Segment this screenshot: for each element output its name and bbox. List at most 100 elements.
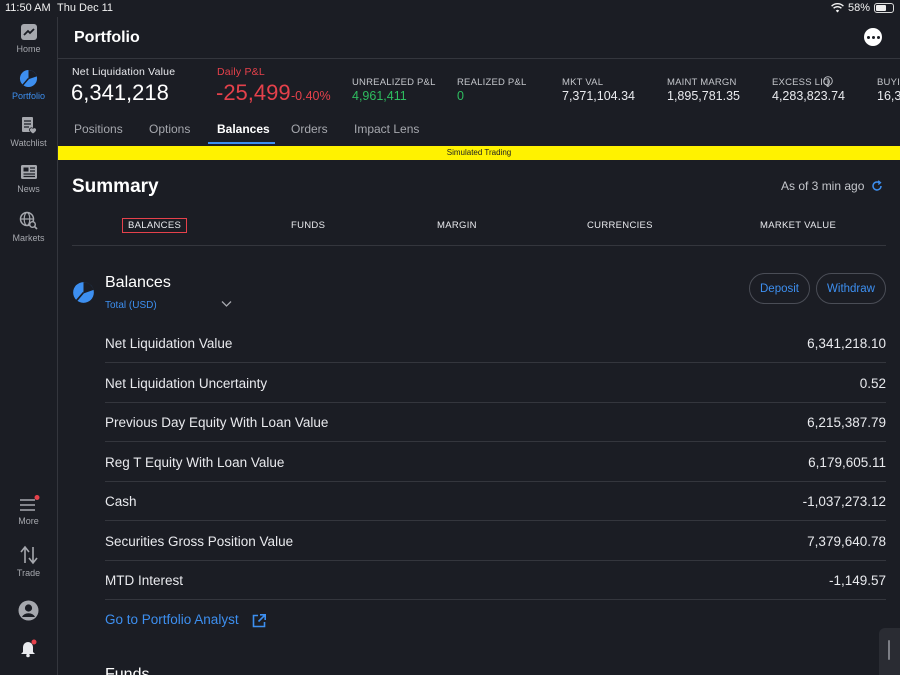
page-title: Portfolio (74, 29, 140, 46)
sidebar-item-trade[interactable]: Trade (0, 545, 57, 578)
wifi-icon (831, 3, 844, 13)
tab-impact-lens[interactable]: Impact Lens (354, 122, 419, 136)
as-of-timestamp: As of 3 min ago (781, 179, 865, 193)
row-label: Reg T Equity With Loan Value (105, 455, 285, 470)
chevron-down-icon[interactable] (221, 300, 232, 308)
sidebar-item-news[interactable]: News (0, 163, 57, 194)
row-label: Securities Gross Position Value (105, 534, 294, 549)
row-label: MTD Interest (105, 573, 184, 588)
battery-icon (874, 3, 894, 13)
pie-chart-icon (19, 69, 38, 88)
subtab-funds[interactable]: FUNDS (291, 220, 325, 231)
sidebar-item-label: More (18, 516, 39, 526)
sidebar-item-label: Trade (16, 568, 41, 578)
net-liq-value: 6,341,218 (71, 80, 169, 105)
row-label: Cash (105, 494, 137, 509)
more-options-button[interactable] (864, 28, 882, 46)
row-label: Net Liquidation Uncertainty (105, 376, 268, 391)
mkt-val-value: 7,371,104.34 (562, 89, 635, 103)
trade-arrows-icon (19, 545, 38, 565)
daily-pl-label: Daily P&L (217, 66, 265, 78)
sidebar-item-label: Watchlist (10, 138, 47, 148)
tab-orders[interactable]: Orders (291, 122, 328, 136)
mkt-val-label: MKT VAL (562, 77, 604, 88)
subtab-market-value[interactable]: MARKET VALUE (760, 220, 836, 231)
user-avatar-icon (18, 600, 39, 621)
subtab-divider (72, 245, 886, 246)
sidebar-item-portfolio[interactable]: Portfolio (0, 69, 57, 101)
sidebar-item-home[interactable]: Home (0, 23, 57, 54)
sidebar-item-watchlist[interactable]: Watchlist (0, 116, 57, 148)
sidebar-item-more[interactable]: More (0, 495, 57, 526)
external-link-icon[interactable] (251, 613, 267, 629)
net-liq-label: Net Liquidation Value (72, 66, 176, 78)
sidebar-item-notifications[interactable] (0, 638, 57, 661)
table-row: Securities Gross Position Value 7,379,64… (105, 522, 886, 561)
daily-pl-value: -25,499 (216, 80, 291, 105)
row-value: 7,379,640.78 (807, 534, 886, 549)
sidebar-item-account[interactable] (0, 600, 57, 624)
table-row: MTD Interest -1,149.57 (105, 561, 886, 600)
tab-options[interactable]: Options (149, 122, 190, 136)
pie-chart-icon (73, 282, 94, 303)
row-value: 6,215,387.79 (807, 415, 886, 430)
excess-liq-label: EXCESS LIQ (772, 77, 831, 88)
unrealized-pl-value: 4,961,411 (352, 89, 407, 103)
status-date: Thu Dec 11 (57, 2, 114, 14)
sidebar-item-markets[interactable]: Markets (0, 211, 57, 243)
currency-selector[interactable]: Total (USD) (105, 300, 157, 311)
sidebar-item-label: Portfolio (11, 91, 46, 101)
sidebar-item-label: Markets (12, 233, 45, 243)
simulated-trading-banner: Simulated Trading (58, 146, 900, 160)
active-tab-indicator (208, 142, 275, 144)
tab-positions[interactable]: Positions (74, 122, 123, 136)
withdraw-button[interactable]: Withdraw (816, 273, 886, 304)
globe-search-icon (19, 211, 38, 230)
row-label: Net Liquidation Value (105, 336, 233, 351)
tab-balances[interactable]: Balances (217, 122, 270, 136)
watchlist-icon (21, 117, 37, 135)
summary-title: Summary (72, 176, 159, 197)
portfolio-analyst-link[interactable]: Go to Portfolio Analyst (105, 612, 239, 627)
subtab-margin[interactable]: MARGIN (437, 220, 477, 231)
subtab-currencies[interactable]: CURRENCIES (587, 220, 653, 231)
buying-power-label: BUYIN (877, 77, 900, 88)
funds-section-title: Funds (105, 666, 150, 675)
balances-title: Balances (105, 274, 171, 291)
status-time: 11:50 AM (5, 2, 51, 14)
row-label: Previous Day Equity With Loan Value (105, 415, 329, 430)
news-icon (20, 165, 37, 179)
row-value: 6,341,218.10 (807, 336, 886, 351)
menu-icon (19, 495, 39, 511)
table-row: Previous Day Equity With Loan Value 6,21… (105, 403, 886, 442)
refresh-icon[interactable] (871, 180, 883, 192)
sidebar: Home Portfolio Watchlist News Markets Mo… (0, 17, 58, 675)
bell-icon (20, 639, 36, 658)
status-bar: 11:50 AM Thu Dec 11 58% (0, 0, 900, 17)
maint-margin-value: 1,895,781.35 (667, 89, 740, 103)
table-row: Net Liquidation Uncertainty 0.52 (105, 364, 886, 403)
chart-icon (20, 24, 37, 40)
maint-margin-label: MAINT MARGN (667, 77, 737, 88)
scroll-handle[interactable] (879, 628, 900, 675)
table-row: Cash -1,037,273.12 (105, 482, 886, 521)
row-value: -1,037,273.12 (802, 494, 886, 509)
table-row: Reg T Equity With Loan Value 6,179,605.1… (105, 443, 886, 482)
daily-pl-percent: -0.40% (291, 89, 331, 103)
table-row: Net Liquidation Value 6,341,218.10 (105, 324, 886, 363)
sidebar-item-label: News (17, 184, 40, 194)
status-right: 58% (831, 2, 894, 14)
subtab-balances[interactable]: BALANCES (122, 218, 188, 233)
sidebar-item-label: Home (16, 44, 41, 54)
excess-liq-value: 4,283,823.74 (772, 89, 845, 103)
row-value: 0.52 (859, 376, 886, 391)
info-icon[interactable] (823, 76, 833, 86)
row-value: -1,149.57 (828, 573, 886, 588)
unrealized-pl-label: UNREALIZED P&L (352, 77, 436, 88)
deposit-button[interactable]: Deposit (749, 273, 810, 304)
row-value: 6,179,605.11 (808, 455, 886, 470)
realized-pl-value: 0 (457, 89, 464, 103)
battery-percent: 58% (847, 2, 870, 14)
realized-pl-label: REALIZED P&L (457, 77, 527, 88)
buying-power-value: 16,3 (877, 89, 900, 103)
